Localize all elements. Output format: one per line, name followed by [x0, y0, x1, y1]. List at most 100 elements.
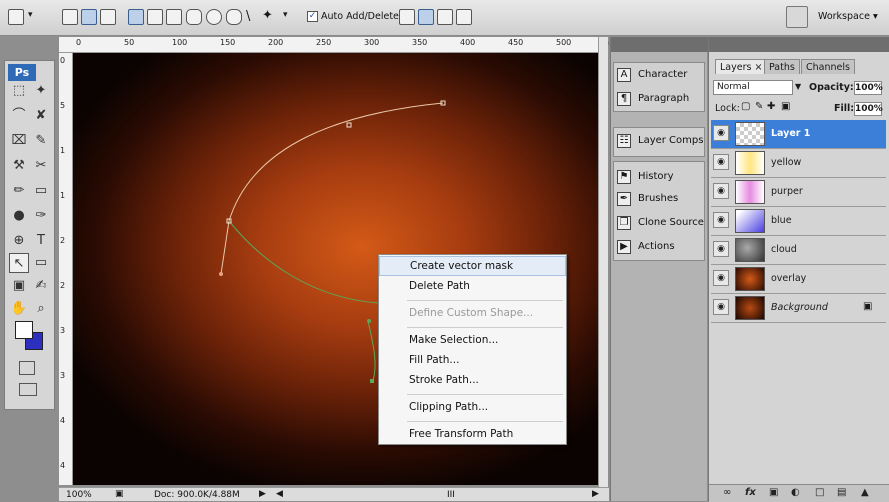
direction-handle[interactable]	[367, 319, 371, 323]
panel-button-paragraph[interactable]: ¶ Paragraph	[615, 89, 705, 110]
layer-row[interactable]: ◉ purper	[711, 178, 886, 207]
foreground-color-swatch[interactable]	[15, 321, 33, 339]
paths-icon[interactable]	[81, 9, 97, 25]
freeform-pen-icon[interactable]	[147, 9, 163, 25]
panel-button-actions[interactable]: ▶ Actions	[615, 237, 705, 258]
shape-icon[interactable]: ✍	[31, 276, 51, 296]
new-group-icon[interactable]: □	[815, 487, 824, 498]
blend-mode-select[interactable]: Normal	[713, 80, 793, 95]
lock-position-icon[interactable]: ✚	[767, 101, 775, 112]
tab-layers[interactable]: Layers ×	[715, 59, 768, 74]
adjustment-layer-icon[interactable]: ◐	[791, 487, 800, 498]
line-icon[interactable]: \	[246, 9, 250, 24]
menu-item-make-selection[interactable]: Make Selection...	[379, 330, 566, 350]
fill-input[interactable]: 100%	[854, 102, 883, 116]
eye-icon[interactable]: ◉	[713, 183, 729, 199]
eye-icon[interactable]: ◉	[713, 270, 729, 286]
layer-row[interactable]: ◉ Background ▣	[711, 294, 886, 323]
workspace-menu[interactable]: Workspace ▾	[818, 11, 878, 22]
opacity-input[interactable]: 100%	[854, 81, 883, 95]
layer-style-icon[interactable]: fx	[745, 487, 756, 498]
menu-item-define-custom-shape[interactable]: Define Custom Shape...	[379, 303, 566, 323]
type-icon[interactable]: ▭	[31, 253, 51, 273]
anchor-point[interactable]	[370, 379, 374, 383]
path-segment[interactable]	[228, 220, 379, 304]
menu-item-stroke-path[interactable]: Stroke Path...	[379, 370, 566, 390]
layer-row[interactable]: ◉ blue	[711, 207, 886, 236]
layer-row[interactable]: ◉ Layer 1	[711, 120, 886, 149]
horizontal-scroll-thumb[interactable]: III	[447, 490, 455, 500]
notes-icon[interactable]: ✋	[9, 299, 29, 319]
delete-layer-icon[interactable]: ▲	[861, 487, 869, 498]
rounded-rectangle-icon[interactable]	[186, 9, 202, 25]
link-layers-icon[interactable]: ∞	[723, 487, 731, 498]
panel-button-layer-comps[interactable]: ☷ Layer Comps	[615, 131, 705, 152]
marquee-icon[interactable]: ⬚	[9, 81, 29, 101]
chevron-down-icon[interactable]: ▼	[795, 82, 801, 91]
lock-image-icon[interactable]: ✎	[755, 101, 763, 112]
dropdown-arrow-icon[interactable]: ▾	[28, 10, 33, 20]
fill-pixels-icon[interactable]	[100, 9, 116, 25]
scroll-left-icon[interactable]: ◀	[276, 489, 283, 499]
dock-header[interactable]	[611, 37, 708, 52]
quick-mask-icon[interactable]	[19, 361, 35, 375]
dodge-icon[interactable]: T	[31, 231, 51, 251]
eye-icon[interactable]: ◉	[713, 241, 729, 257]
path-selection-icon[interactable]: ▣	[9, 276, 29, 296]
pen-tool-icon[interactable]: ↖	[9, 253, 29, 273]
menu-item-create-vector-mask[interactable]: Create vector mask	[379, 256, 566, 276]
eye-icon[interactable]: ◉	[713, 125, 729, 141]
eye-icon[interactable]: ◉	[713, 154, 729, 170]
healing-brush-icon[interactable]: ⚒	[9, 156, 29, 176]
layer-row[interactable]: ◉ cloud	[711, 236, 886, 265]
ellipse-icon[interactable]	[206, 9, 222, 25]
exclude-icon[interactable]	[456, 9, 472, 25]
magic-wand-icon[interactable]: ✘	[31, 106, 51, 126]
brush-icon[interactable]: ✂	[31, 156, 51, 176]
history-brush-icon[interactable]: ▭	[31, 181, 51, 201]
menu-item-free-transform-path[interactable]: Free Transform Path	[379, 424, 566, 444]
rectangle-icon[interactable]	[166, 9, 182, 25]
panel-button-brushes[interactable]: ✒ Brushes	[615, 189, 705, 210]
path-segment-2[interactable]	[367, 320, 376, 382]
panel-button-clone-source[interactable]: ❐ Clone Source	[615, 213, 705, 234]
lasso-icon[interactable]: ⌒	[9, 106, 29, 126]
eyedropper-icon[interactable]: ⌕	[31, 299, 51, 319]
direction-line[interactable]	[220, 220, 230, 275]
scroll-right-icon[interactable]: ▶	[592, 489, 599, 499]
gradient-icon[interactable]: ✑	[31, 206, 51, 226]
work-path-curve[interactable]	[228, 102, 444, 222]
layer-row[interactable]: ◉ yellow	[711, 149, 886, 178]
layer-row[interactable]: ◉ overlay	[711, 265, 886, 294]
add-mask-icon[interactable]: ▣	[769, 487, 778, 498]
new-layer-icon[interactable]: ▤	[837, 487, 846, 498]
slice-icon[interactable]: ✎	[31, 131, 51, 151]
crop-icon[interactable]: ⌧	[9, 131, 29, 151]
status-arrow-icon[interactable]: ▶	[259, 489, 266, 499]
eraser-icon[interactable]: ●	[9, 206, 29, 226]
move-icon[interactable]: ✦	[31, 81, 51, 101]
pen-icon[interactable]	[128, 9, 144, 25]
custom-shape-icon[interactable]: ✦	[262, 8, 273, 23]
eye-icon[interactable]: ◉	[713, 212, 729, 228]
pen-tool-icon[interactable]	[8, 9, 24, 25]
zoom-level[interactable]: 100%	[66, 490, 92, 500]
lock-all-icon[interactable]: ▣	[781, 101, 790, 112]
dropdown-arrow-icon[interactable]: ▾	[283, 10, 288, 20]
subtract-icon[interactable]	[418, 9, 434, 25]
menu-item-fill-path[interactable]: Fill Path...	[379, 350, 566, 370]
tab-paths[interactable]: Paths	[764, 59, 800, 74]
panel-header[interactable]	[709, 37, 889, 52]
workspace-icon[interactable]	[786, 6, 808, 28]
blur-icon[interactable]: ⊕	[9, 231, 29, 251]
lock-transparency-icon[interactable]: ▢	[741, 101, 750, 112]
screen-mode-icon[interactable]	[19, 383, 37, 396]
panel-button-history[interactable]: ⚑ History	[615, 167, 705, 188]
direction-handle[interactable]	[219, 272, 223, 276]
intersect-icon[interactable]	[437, 9, 453, 25]
menu-item-clipping-path[interactable]: Clipping Path...	[379, 397, 566, 417]
panel-button-character[interactable]: A Character	[615, 65, 705, 86]
vertical-scrollbar[interactable]	[598, 37, 608, 487]
add-to-path-icon[interactable]	[399, 9, 415, 25]
polygon-icon[interactable]	[226, 9, 242, 25]
